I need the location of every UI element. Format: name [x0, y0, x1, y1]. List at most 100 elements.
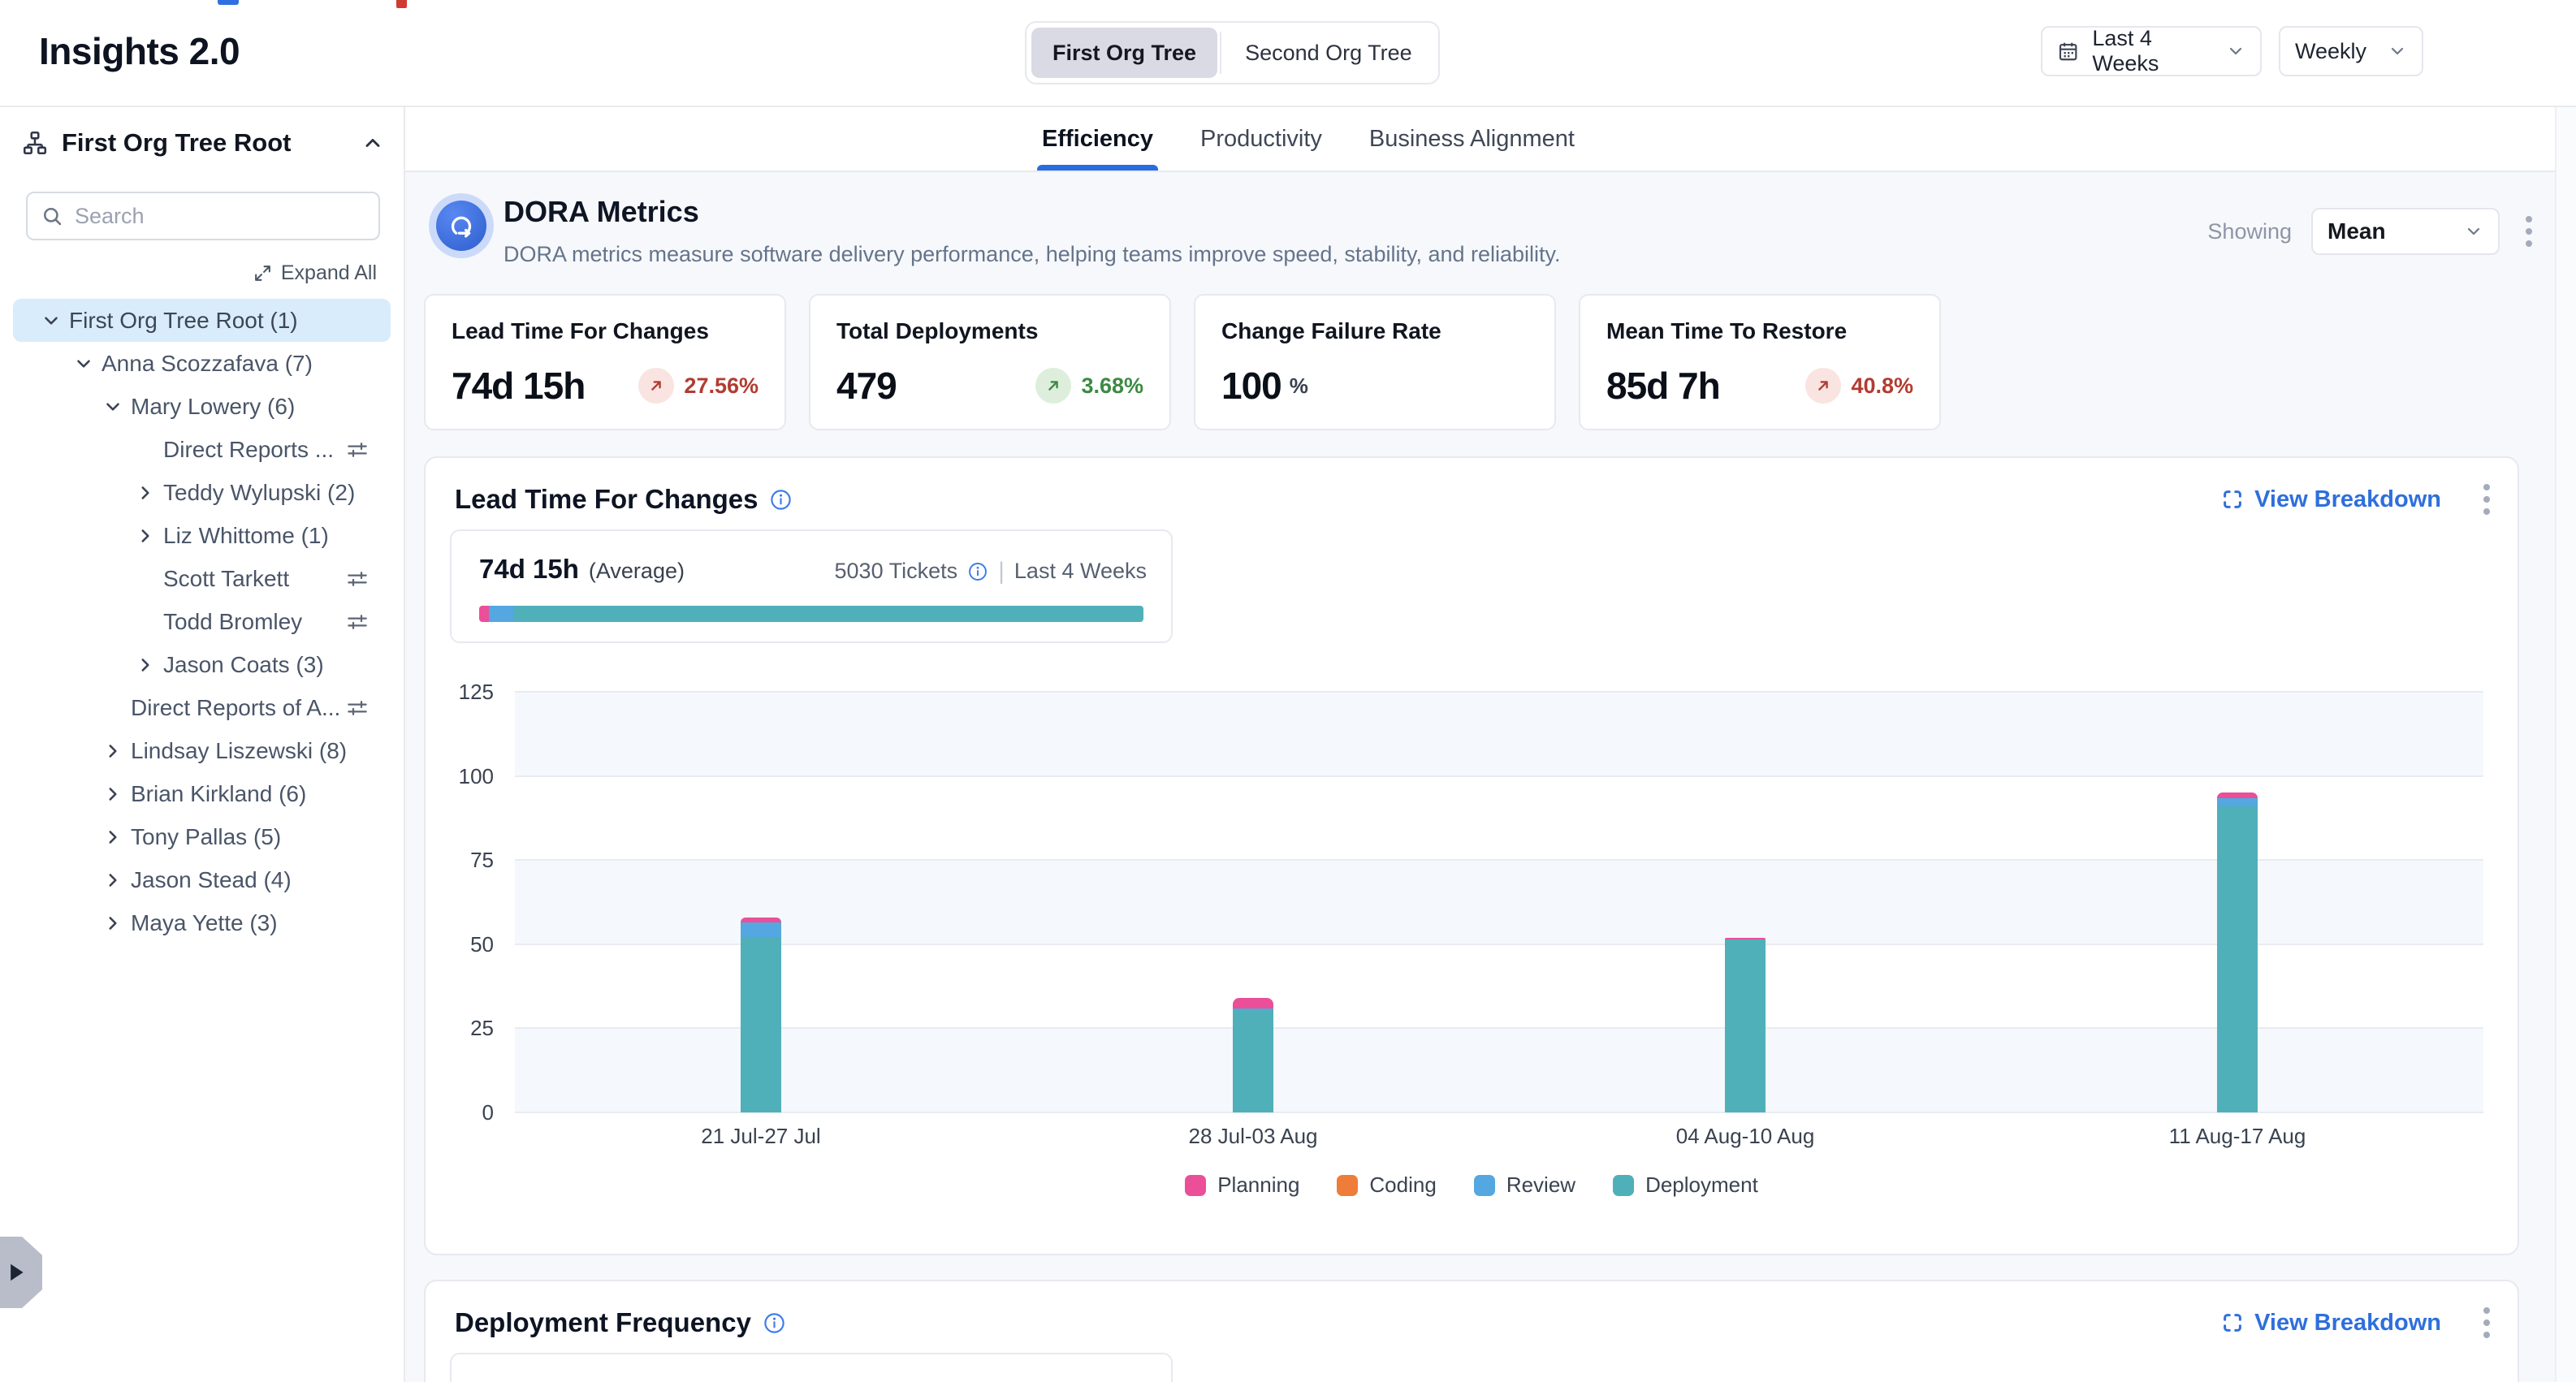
- chevron-right-icon[interactable]: [102, 741, 123, 762]
- tree-item-scott-tarkett[interactable]: Scott Tarkett: [13, 557, 391, 600]
- date-range-dropdown[interactable]: Last 4 Weeks: [2041, 26, 2262, 76]
- sidebar-collapse-chevron[interactable]: [361, 132, 384, 154]
- legend-item-review[interactable]: Review: [1474, 1173, 1575, 1198]
- tree-item-lindsay-liszewski-8[interactable]: Lindsay Liszewski (8): [13, 729, 391, 772]
- org-toggle-second-org-tree[interactable]: Second Org Tree: [1224, 28, 1433, 78]
- tree-item-maya-yette-3[interactable]: Maya Yette (3): [13, 901, 391, 944]
- tree-item-brian-kirkland-6[interactable]: Brian Kirkland (6): [13, 772, 391, 815]
- tree-item-mary-lowery-6[interactable]: Mary Lowery (6): [13, 385, 391, 428]
- kebab-menu[interactable]: [2519, 211, 2539, 252]
- tree-item-label: Liz Whittome (1): [163, 523, 329, 549]
- chevron-right-icon[interactable]: [135, 654, 156, 676]
- delta-value: 40.8%: [1851, 374, 1913, 399]
- metric-value: 100: [1221, 364, 1282, 408]
- expand-all-label: Expand All: [281, 261, 377, 285]
- granularity-dropdown[interactable]: Weekly: [2279, 26, 2423, 76]
- legend-item-planning[interactable]: Planning: [1185, 1173, 1299, 1198]
- legend-label: Planning: [1217, 1173, 1299, 1198]
- tree-item-jason-coats-3[interactable]: Jason Coats (3): [13, 643, 391, 686]
- bar-04-aug-10-aug[interactable]: [1725, 938, 1766, 1112]
- metric-card-total-deployments: Total Deployments4793.68%: [809, 294, 1171, 430]
- y-axis: 0255075100125: [426, 692, 494, 1112]
- tree-item-liz-whittome-1[interactable]: Liz Whittome (1): [13, 514, 391, 557]
- view-breakdown-label: View Breakdown: [2254, 1310, 2441, 1337]
- delta-arrow-circle: [1035, 368, 1071, 404]
- chevron-down-icon[interactable]: [41, 310, 62, 331]
- aggregation-dropdown[interactable]: Mean: [2311, 208, 2500, 255]
- bar-segment-deployment: [741, 938, 781, 1112]
- tree-item-label: Maya Yette (3): [131, 910, 278, 936]
- bar-11-aug-17-aug[interactable]: [2217, 792, 2258, 1112]
- tree-item-jason-stead-4[interactable]: Jason Stead (4): [13, 858, 391, 901]
- chevron-down-icon[interactable]: [73, 353, 94, 374]
- info-icon[interactable]: [769, 488, 793, 512]
- summary-row: 74d 15h (Average) 5030 Tickets | Last 4 …: [479, 554, 1147, 585]
- sidebar-root-label: First Org Tree Root: [62, 128, 291, 158]
- metric-value-row: 100%: [1221, 364, 1528, 408]
- legend-item-deployment[interactable]: Deployment: [1613, 1173, 1758, 1198]
- metric-card-lead-time-for-changes: Lead Time For Changes74d 15h27.56%: [424, 294, 786, 430]
- filter-icon[interactable]: [345, 696, 370, 720]
- chevron-down-icon[interactable]: [102, 396, 123, 417]
- chevron-right-icon[interactable]: [102, 913, 123, 934]
- expand-all-button[interactable]: Expand All: [253, 261, 377, 285]
- org-tree-icon: [21, 129, 49, 157]
- gridline: [515, 775, 2483, 777]
- chevron-right-icon[interactable]: [102, 827, 123, 848]
- bar-21-jul-27-jul[interactable]: [741, 918, 781, 1112]
- divider: |: [998, 558, 1005, 585]
- gridline: [515, 944, 2483, 945]
- tree-item-todd-bromley[interactable]: Todd Bromley: [13, 600, 391, 643]
- app-title: Insights 2.0: [39, 29, 240, 73]
- org-toggle-first-org-tree[interactable]: First Org Tree: [1031, 28, 1217, 78]
- tab-productivity[interactable]: Productivity: [1200, 107, 1322, 171]
- tree-item-teddy-wylupski-2[interactable]: Teddy Wylupski (2): [13, 471, 391, 514]
- view-breakdown-button[interactable]: View Breakdown: [2220, 1310, 2441, 1337]
- y-tick-label: 100: [426, 763, 494, 789]
- tree-item-direct-reports-of-a[interactable]: Direct Reports of A...: [13, 686, 391, 729]
- search-icon: [41, 205, 63, 227]
- info-icon[interactable]: [763, 1311, 786, 1335]
- kebab-menu[interactable]: [2477, 479, 2496, 520]
- delta-value: 3.68%: [1081, 374, 1143, 399]
- x-tick-label: 11 Aug-17 Aug: [2169, 1124, 2306, 1149]
- info-icon[interactable]: [967, 561, 988, 582]
- search-input[interactable]: [75, 204, 365, 229]
- x-tick-label: 04 Aug-10 Aug: [1676, 1124, 1815, 1149]
- duration-segment-planning: [479, 606, 489, 622]
- kebab-menu[interactable]: [2477, 1302, 2496, 1343]
- filter-icon[interactable]: [345, 567, 370, 591]
- breakdown-expand-icon: [2220, 1311, 2245, 1335]
- dora-metrics-icon: [429, 193, 494, 258]
- metric-value: 85d 7h: [1606, 364, 1720, 408]
- average-value: 74d 15h: [479, 554, 579, 585]
- scrollbar-gutter[interactable]: [2555, 107, 2576, 1382]
- chevron-right-icon[interactable]: [135, 482, 156, 503]
- legend-item-coding[interactable]: Coding: [1337, 1173, 1436, 1198]
- tree-item-anna-scozzafava-7[interactable]: Anna Scozzafava (7): [13, 342, 391, 385]
- play-triangle-icon: [7, 1263, 25, 1282]
- tree-item-first-org-tree-root-1[interactable]: First Org Tree Root (1): [13, 299, 391, 342]
- view-breakdown-button[interactable]: View Breakdown: [2220, 486, 2441, 513]
- filter-icon[interactable]: [345, 438, 370, 462]
- tab-business-alignment[interactable]: Business Alignment: [1369, 107, 1575, 171]
- chevron-right-icon[interactable]: [102, 784, 123, 805]
- showing-controls: Showing Mean: [2207, 208, 2539, 255]
- bar-28-jul-03-aug[interactable]: [1233, 998, 1273, 1112]
- chevron-right-icon[interactable]: [135, 525, 156, 546]
- tree-item-tony-pallas-5[interactable]: Tony Pallas (5): [13, 815, 391, 858]
- chevron-right-icon[interactable]: [102, 870, 123, 891]
- gridline: [515, 1112, 2483, 1113]
- metric-title: Total Deployments: [836, 318, 1143, 344]
- delta-badge: 3.68%: [1035, 368, 1143, 404]
- filter-icon[interactable]: [345, 610, 370, 634]
- metric-title: Change Failure Rate: [1221, 318, 1528, 344]
- tree-item-label: Direct Reports of A...: [131, 695, 340, 721]
- tab-efficiency[interactable]: Efficiency: [1042, 107, 1153, 171]
- y-tick-label: 75: [426, 847, 494, 873]
- delta-arrow-circle: [1805, 368, 1841, 404]
- top-bar: Insights 2.0 First Org TreeSecond Org Tr…: [0, 0, 2576, 107]
- tree-item-label: Jason Stead (4): [131, 867, 292, 893]
- tree-item-direct-reports[interactable]: Direct Reports ...: [13, 428, 391, 471]
- delta-arrow-circle: [638, 368, 674, 404]
